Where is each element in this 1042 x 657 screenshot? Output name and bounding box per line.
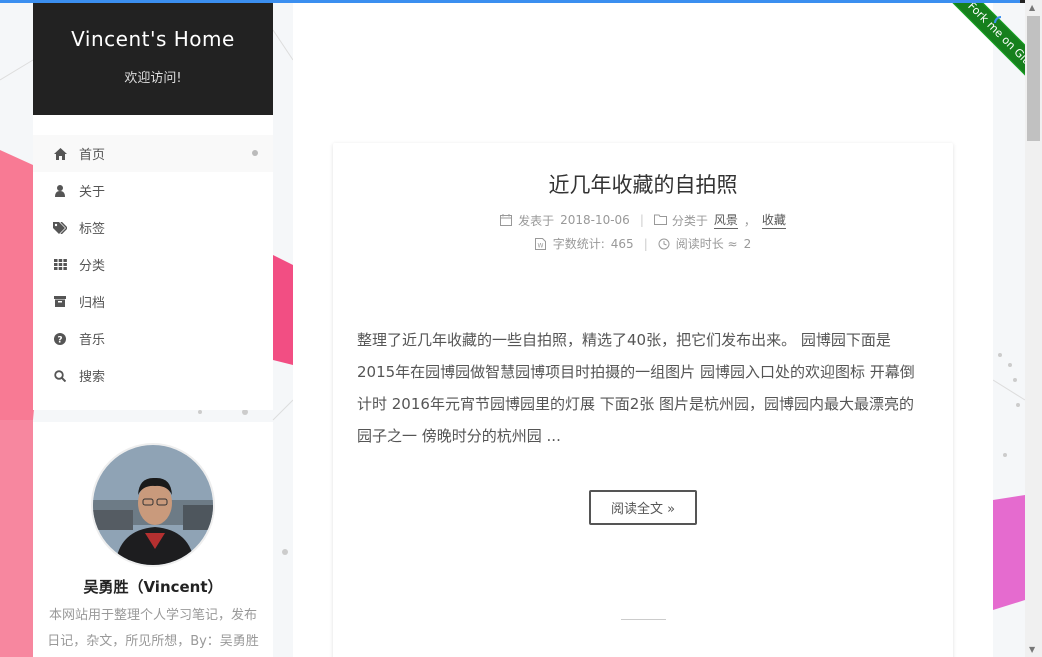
readtime-value: 2 xyxy=(743,236,752,251)
wordcount-label: 字数统计: xyxy=(552,237,605,251)
author-profile: 吴勇胜（Vincent） 本网站用于整理个人学习笔记，发布日记，杂文，所见所想，… xyxy=(33,422,273,657)
read-more-wrapper: 阅读全文 » xyxy=(333,490,953,525)
menu-item-label: 归档 xyxy=(79,296,106,311)
question-circle-icon: ? xyxy=(53,332,67,346)
main-menu: 首页 关于 标签 分类 归档 ? 音乐 搜索 xyxy=(33,115,273,410)
page-progress-bar xyxy=(0,0,1042,3)
svg-text:?: ? xyxy=(57,335,62,345)
category-link-scenery[interactable]: 风景 xyxy=(713,211,738,229)
read-more-button[interactable]: 阅读全文 » xyxy=(588,490,698,525)
category-link-collection[interactable]: 收藏 xyxy=(761,211,786,229)
post-excerpt: 整理了近几年收藏的一些自拍照，精选了40张，把它们发布出来。 园博园下面是201… xyxy=(357,331,915,445)
loading-spinner-icon xyxy=(994,16,1002,24)
folder-icon xyxy=(653,214,667,226)
author-description: 本网站用于整理个人学习笔记，发布日记，杂文，所见所想，By：吴勇胜 xyxy=(47,608,259,649)
menu-item-tags[interactable]: 标签 xyxy=(33,209,273,246)
published-label: 发表于 xyxy=(518,213,555,228)
tags-icon xyxy=(53,221,67,235)
scroll-down-arrow-icon[interactable]: ▼ xyxy=(1029,645,1035,654)
menu-item-label: 搜索 xyxy=(79,370,106,385)
meta-separator: | xyxy=(643,236,648,251)
site-subtitle: 欢迎访问! xyxy=(124,71,182,86)
clock-icon xyxy=(658,238,670,250)
main-content: 近几年收藏的自拍照 发表于 2018-10-06 | 分类于 风景 ， 收藏 W… xyxy=(293,3,993,657)
th-icon xyxy=(53,258,67,272)
scroll-up-arrow-icon[interactable]: ▲ xyxy=(1029,3,1035,12)
menu-item-label: 标签 xyxy=(79,222,106,237)
post-meta-stats: W 字数统计: 465 | 阅读时长 ≈ 2 xyxy=(333,235,953,252)
site-brand: Vincent's Home 欢迎访问! xyxy=(33,3,273,115)
author-name: 吴勇胜（Vincent） xyxy=(83,578,223,596)
meta-separator: | xyxy=(639,213,644,227)
home-icon xyxy=(53,147,67,161)
post-title[interactable]: 近几年收藏的自拍照 xyxy=(333,169,953,199)
category-label: 分类于 xyxy=(671,213,708,228)
github-ribbon-label[interactable]: Fork me on GitHub xyxy=(938,0,1028,109)
menu-item-label: 关于 xyxy=(79,185,106,200)
archive-icon xyxy=(53,295,67,309)
active-indicator-dot xyxy=(252,150,258,156)
wordcount-value: 465 xyxy=(610,236,634,251)
avatar xyxy=(91,443,215,567)
scrollbar[interactable]: ▲ ▼ xyxy=(1025,0,1042,657)
user-icon xyxy=(53,184,67,198)
menu-item-label: 首页 xyxy=(79,148,106,163)
svg-text:W: W xyxy=(538,242,544,249)
post-card: 近几年收藏的自拍照 发表于 2018-10-06 | 分类于 风景 ， 收藏 W… xyxy=(333,143,953,657)
menu-item-label: 分类 xyxy=(79,259,106,274)
menu-item-home[interactable]: 首页 xyxy=(33,135,273,172)
menu-item-search[interactable]: 搜索 xyxy=(33,357,273,394)
file-word-icon: W xyxy=(535,237,547,250)
post-meta: 发表于 2018-10-06 | 分类于 风景 ， 收藏 xyxy=(333,211,953,229)
readtime-label: 阅读时长 ≈ xyxy=(675,237,738,251)
scrollbar-thumb[interactable] xyxy=(1027,16,1040,141)
menu-item-label: 音乐 xyxy=(79,333,106,348)
menu-item-archives[interactable]: 归档 xyxy=(33,283,273,320)
menu-item-music[interactable]: ? 音乐 xyxy=(33,320,273,357)
published-date: 2018-10-06 xyxy=(560,213,630,227)
post-divider xyxy=(620,619,666,620)
site-title[interactable]: Vincent's Home xyxy=(33,27,273,51)
search-icon xyxy=(53,369,67,383)
calendar-icon xyxy=(500,214,513,226)
category-separator: ， xyxy=(743,213,756,228)
menu-item-about[interactable]: 关于 xyxy=(33,172,273,209)
menu-item-categories[interactable]: 分类 xyxy=(33,246,273,283)
